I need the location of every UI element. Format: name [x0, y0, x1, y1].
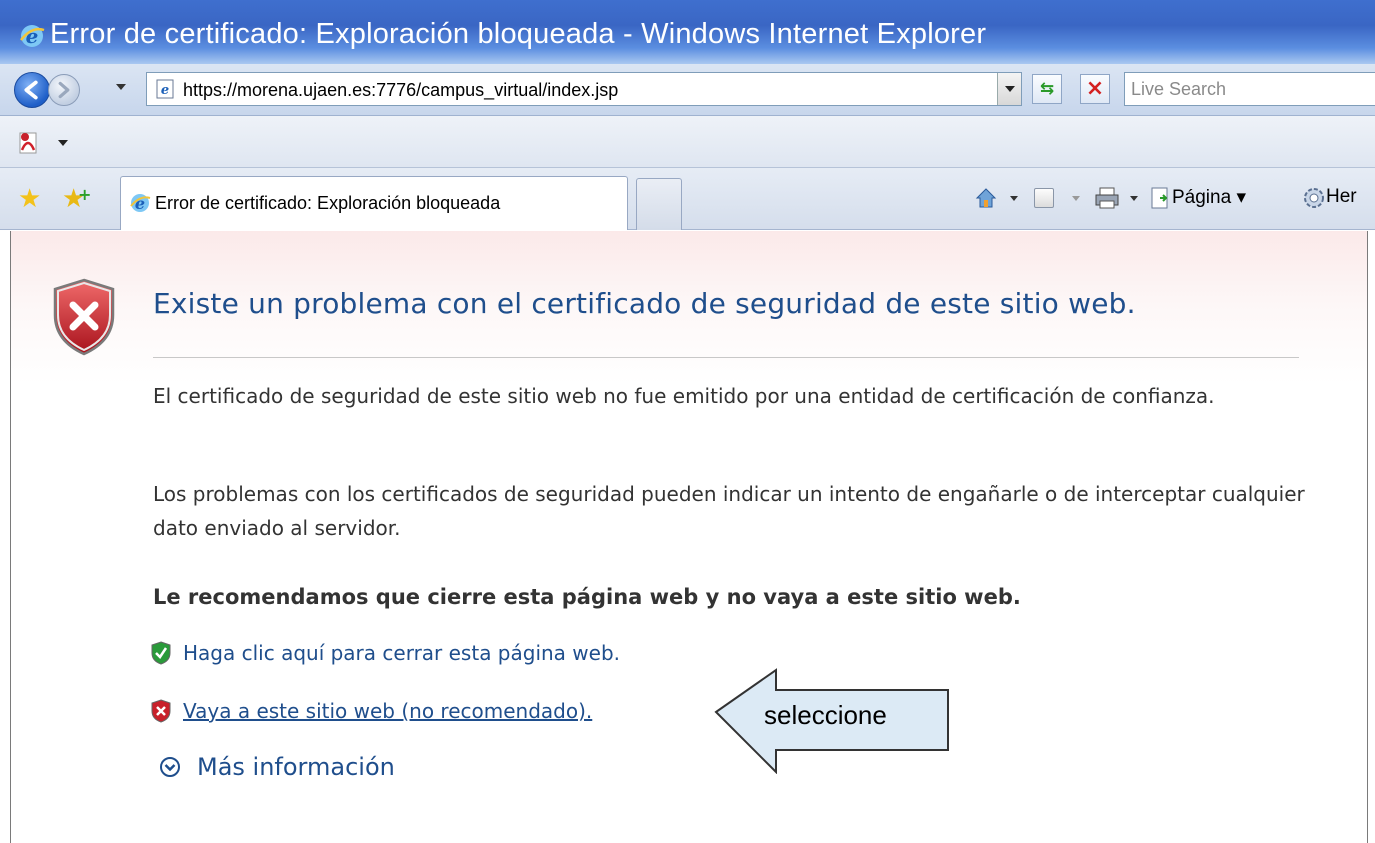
address-dropdown[interactable]: [997, 73, 1021, 105]
page-title: Existe un problema con el certificado de…: [153, 287, 1136, 320]
more-info-toggle[interactable]: Más información: [159, 753, 395, 781]
tools-menu[interactable]: Her: [1326, 186, 1357, 208]
address-bar[interactable]: e https://morena.ujaen.es:7776/campus_vi…: [146, 72, 1022, 106]
refresh-button[interactable]: ⇆: [1032, 74, 1062, 104]
description-paragraph: El certificado de seguridad de este siti…: [153, 384, 1215, 408]
feeds-dropdown[interactable]: [1072, 196, 1080, 201]
recommendation-text: Le recomendamos que cierre esta página w…: [153, 585, 1021, 609]
feeds-icon[interactable]: [1034, 188, 1054, 208]
adobe-dropdown[interactable]: [58, 140, 68, 146]
svg-text:e: e: [161, 83, 169, 98]
error-shield-icon: [53, 278, 115, 356]
callout-text: seleccione: [764, 700, 887, 730]
back-icon: [24, 80, 38, 100]
page-icon: e: [156, 79, 174, 99]
new-tab-button[interactable]: [636, 178, 682, 230]
home-icon[interactable]: [974, 186, 998, 210]
tab-current[interactable]: e Error de certificado: Exploración bloq…: [120, 176, 628, 230]
address-toolbar: e https://morena.ujaen.es:7776/campus_vi…: [0, 64, 1375, 116]
page-content: Existe un problema con el certificado de…: [10, 231, 1368, 843]
tools-icon: [1304, 188, 1324, 208]
home-dropdown[interactable]: [1010, 196, 1018, 201]
red-shield-icon: [151, 699, 171, 723]
page-menu[interactable]: Página ▾: [1172, 186, 1246, 209]
refresh-icon: ⇆: [1039, 79, 1055, 99]
close-page-link-label: Haga clic aquí para cerrar esta página w…: [183, 641, 621, 665]
ie-logo-icon: e: [20, 24, 45, 48]
forward-icon: [58, 81, 70, 99]
svg-text:e: e: [26, 24, 39, 48]
green-shield-icon: [151, 641, 171, 665]
window-title: Error de certificado: Exploración bloque…: [50, 18, 987, 50]
continue-site-link[interactable]: Vaya a este sitio web (no recomendado).: [151, 699, 592, 723]
page-icon: [1151, 187, 1168, 209]
back-button[interactable]: [14, 72, 50, 108]
more-info-label: Más información: [197, 753, 395, 781]
ie-logo-icon: e: [130, 194, 151, 213]
search-input[interactable]: [1125, 73, 1375, 105]
expand-circle-icon: [160, 757, 180, 777]
tab-bar: ★ ★ e Error de certificado: Exploración …: [0, 168, 1375, 230]
page-menu-label: Página: [1172, 187, 1232, 208]
print-icon[interactable]: [1094, 186, 1120, 210]
tab-label: Error de certificado: Exploración bloque…: [155, 193, 501, 213]
history-dropdown[interactable]: [116, 84, 126, 90]
stop-icon: ×: [1085, 76, 1105, 101]
forward-button[interactable]: [48, 74, 80, 106]
print-dropdown[interactable]: [1130, 196, 1138, 201]
stop-button[interactable]: ×: [1080, 74, 1110, 104]
divider: [153, 357, 1299, 358]
adobe-icon[interactable]: [16, 130, 42, 156]
address-url[interactable]: https://morena.ujaen.es:7776/campus_virt…: [183, 80, 618, 101]
title-bar: e Error de certificado: Exploración bloq…: [0, 0, 1375, 64]
search-box[interactable]: [1124, 72, 1375, 106]
warning-paragraph: Los problemas con los certificados de se…: [153, 482, 1305, 540]
add-favorites-icon[interactable]: ★: [62, 182, 92, 212]
favorites-star-icon[interactable]: ★: [18, 186, 41, 212]
browser-window: e Error de certificado: Exploración bloq…: [0, 0, 1375, 843]
addon-toolbar: [0, 116, 1375, 168]
close-page-link[interactable]: Haga clic aquí para cerrar esta página w…: [151, 641, 620, 665]
continue-site-link-label: Vaya a este sitio web (no recomendado).: [183, 699, 593, 723]
